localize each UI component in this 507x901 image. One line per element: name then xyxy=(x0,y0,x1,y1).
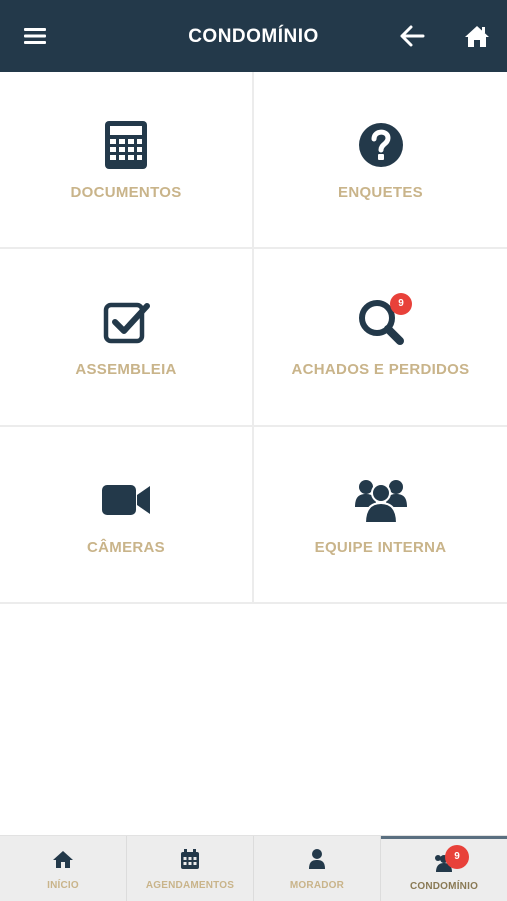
checkbox-icon xyxy=(99,295,153,349)
tile-cameras[interactable]: CÂMERAS xyxy=(0,427,254,604)
tile-achados-e-perdidos[interactable]: ACHADOS E PERDIDOS 9 xyxy=(254,249,507,427)
tile-documentos[interactable]: DOCUMENTOS xyxy=(0,72,254,249)
bottom-tab-bar: INÍCIO AGENDAMENTOS MORADOR 9 CONDOMÍNIO xyxy=(0,835,507,901)
arrow-left-icon[interactable] xyxy=(398,22,426,50)
question-circle-icon xyxy=(354,118,408,172)
users-icon xyxy=(354,473,408,527)
tile-label: DOCUMENTOS xyxy=(70,184,182,201)
tile-equipe-interna[interactable]: EQUIPE INTERNA xyxy=(254,427,507,604)
tab-label: MORADOR xyxy=(289,880,345,891)
tab-label: INÍCIO xyxy=(47,880,79,891)
tab-agendamentos[interactable]: AGENDAMENTOS xyxy=(127,836,254,901)
tile-label: ENQUETES xyxy=(338,184,423,201)
tab-label: AGENDAMENTOS xyxy=(145,880,235,891)
calculator-icon xyxy=(99,118,153,172)
video-camera-icon xyxy=(99,473,153,527)
tile-label: ACHADOS E PERDIDOS xyxy=(291,361,470,378)
tile-enquetes[interactable]: ENQUETES xyxy=(254,72,507,249)
tab-condominio[interactable]: 9 CONDOMÍNIO xyxy=(381,836,507,901)
notification-badge: 9 xyxy=(390,293,412,315)
calendar-icon xyxy=(179,848,201,870)
app-header: CONDOMÍNIO xyxy=(0,0,507,72)
tile-label: CÂMERAS xyxy=(87,539,165,556)
tab-inicio[interactable]: INÍCIO xyxy=(0,836,127,901)
tile-assembleia[interactable]: ASSEMBLEIA xyxy=(0,249,254,427)
tab-label: CONDOMÍNIO xyxy=(409,881,479,892)
tab-morador[interactable]: MORADOR xyxy=(254,836,381,901)
page-title: CONDOMÍNIO xyxy=(188,26,319,47)
home-icon xyxy=(52,848,74,870)
user-icon xyxy=(306,848,328,870)
menu-grid: DOCUMENTOS ENQUETES ASSEMBLEIA ACHADOS E… xyxy=(0,72,507,604)
notification-badge: 9 xyxy=(445,845,469,869)
tile-label: EQUIPE INTERNA xyxy=(314,539,447,556)
home-icon[interactable] xyxy=(463,22,491,50)
tile-label: ASSEMBLEIA xyxy=(75,361,177,378)
